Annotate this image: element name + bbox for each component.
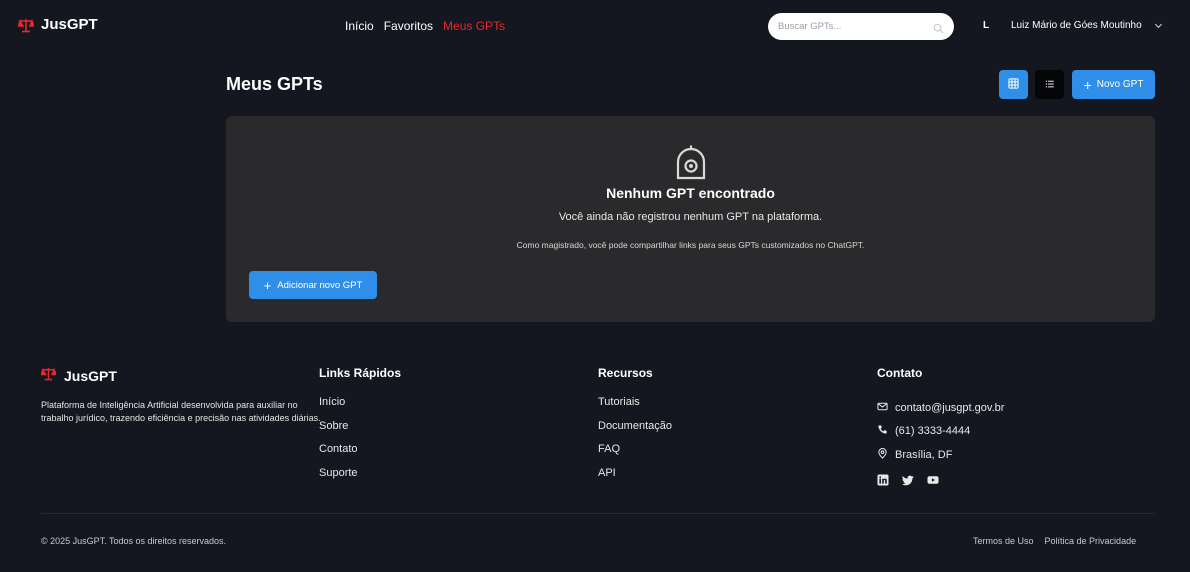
footer-link-sobre[interactable]: Sobre — [319, 420, 401, 444]
footer-link-documentacao[interactable]: Documentação — [598, 420, 672, 444]
scales-icon — [17, 17, 36, 33]
footer-divider — [41, 513, 1155, 514]
brand-name: JusGPT — [41, 16, 98, 33]
empty-state-card: Nenhum GPT encontrado Você ainda não reg… — [226, 116, 1155, 322]
nav-item-inicio[interactable]: Início — [345, 19, 374, 33]
grid-view-button[interactable] — [999, 70, 1028, 99]
footer-brand-name: JusGPT — [64, 368, 117, 384]
new-gpt-label: Novo GPT — [1096, 79, 1144, 90]
footer-brand[interactable]: JusGPT — [40, 366, 117, 386]
contact-phone-text: (61) 3333-4444 — [895, 425, 971, 438]
footer-link-suporte[interactable]: Suporte — [319, 467, 401, 491]
contact-location-text: Brasília, DF — [895, 448, 953, 461]
user-menu[interactable]: L Luiz Mário de Góes Moutinho — [983, 20, 1163, 31]
footer-description: Plataforma de Inteligência Artificial de… — [41, 400, 321, 423]
legal-links: Termos de Uso Política de Privacidade — [973, 536, 1136, 546]
main-nav: Início Favoritos Meus GPTs — [345, 19, 515, 33]
list-icon — [1045, 76, 1055, 94]
nav-item-favoritos[interactable]: Favoritos — [384, 19, 433, 33]
contact-title: Contato — [877, 366, 923, 380]
copyright: © 2025 JusGPT. Todos os direitos reserva… — [41, 536, 227, 546]
footer-link-api[interactable]: API — [598, 467, 672, 491]
page-title: Meus GPTs — [226, 74, 323, 94]
add-gpt-button[interactable]: + Adicionar novo GPT — [249, 271, 377, 299]
footer-resources: Recursos Tutoriais Documentação FAQ API — [598, 366, 672, 490]
footer-link-contato[interactable]: Contato — [319, 443, 401, 467]
search-icon[interactable] — [933, 21, 944, 34]
brand[interactable]: JusGPT — [17, 16, 98, 33]
empty-state-note: Como magistrado, você pode compartilhar … — [516, 240, 865, 250]
add-gpt-label: Adicionar novo GPT — [277, 279, 363, 291]
empty-state-description: Você ainda não registrou nenhum GPT na p… — [558, 211, 823, 223]
plus-icon: + — [1083, 76, 1092, 93]
social-links — [877, 473, 1004, 486]
quick-links-title: Links Rápidos — [319, 366, 402, 380]
contact-email[interactable]: contato@jusgpt.gov.br — [877, 396, 1004, 420]
new-gpt-button[interactable]: + Novo GPT — [1072, 70, 1155, 99]
grid-icon — [1008, 76, 1019, 94]
chevron-down-icon — [1154, 21, 1163, 30]
contact-email-text: contato@jusgpt.gov.br — [895, 401, 1005, 414]
robot-icon — [674, 144, 708, 180]
footer-link-tutoriais[interactable]: Tutoriais — [598, 396, 672, 420]
terms-link[interactable]: Termos de Uso — [973, 536, 1034, 546]
privacy-link[interactable]: Política de Privacidade — [1045, 536, 1137, 546]
empty-state-title: Nenhum GPT encontrado — [606, 185, 775, 201]
top-header: JusGPT Início Favoritos Meus GPTs L Luiz… — [0, 0, 1190, 52]
footer-link-inicio[interactable]: Início — [319, 396, 401, 420]
scales-icon — [40, 366, 58, 386]
contact-location: Brasília, DF — [877, 443, 1004, 467]
list-view-button[interactable] — [1035, 70, 1064, 99]
avatar: L — [983, 20, 990, 31]
resources-title: Recursos — [598, 366, 653, 380]
footer-contact: Contato contato@jusgpt.gov.br (61) 3333-… — [877, 366, 1004, 486]
twitter-icon[interactable] — [902, 473, 915, 486]
user-name: Luiz Mário de Góes Moutinho — [1011, 20, 1142, 31]
footer-link-faq[interactable]: FAQ — [598, 443, 672, 467]
plus-icon: + — [263, 277, 272, 293]
mail-icon — [877, 401, 888, 415]
linkedin-icon[interactable] — [877, 473, 890, 486]
nav-item-meus-gpts[interactable]: Meus GPTs — [443, 19, 505, 33]
search-box — [768, 13, 954, 40]
phone-icon — [877, 424, 888, 438]
youtube-icon[interactable] — [927, 473, 940, 486]
contact-phone[interactable]: (61) 3333-4444 — [877, 420, 1004, 444]
search-input[interactable] — [778, 21, 933, 32]
location-pin-icon — [877, 447, 888, 462]
footer-quick-links: Links Rápidos Início Sobre Contato Supor… — [319, 366, 401, 490]
